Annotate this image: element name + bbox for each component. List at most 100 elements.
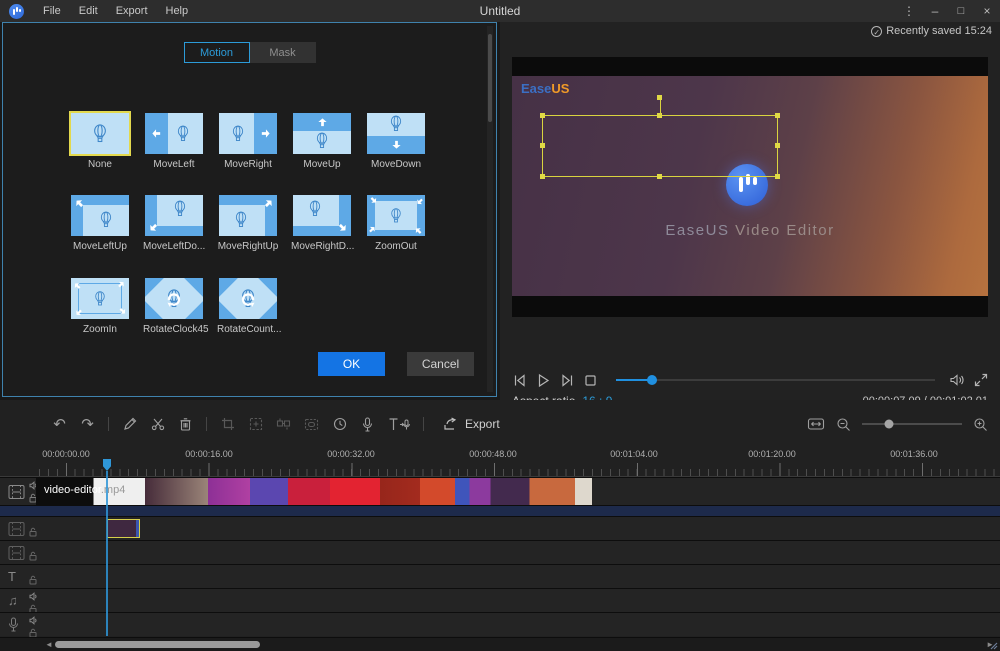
ruler-label: 00:00:32.00	[327, 449, 375, 459]
panel-scrollbar[interactable]	[487, 26, 493, 392]
motion-icon[interactable]	[276, 417, 291, 431]
track-gutter	[0, 613, 36, 636]
ok-button[interactable]: OK	[318, 352, 385, 376]
balloon-icon	[93, 124, 108, 144]
track-lock-icon[interactable]	[29, 551, 37, 561]
resize-handle[interactable]	[540, 113, 545, 118]
resize-handle[interactable]	[775, 174, 780, 179]
timeline-ruler[interactable]: 00:00:00.00 00:00:16.00 00:00:32.00 00:0…	[0, 447, 1000, 477]
track-lock-icon[interactable]	[29, 575, 37, 585]
resize-handle[interactable]	[775, 143, 780, 148]
resize-handle[interactable]	[775, 113, 780, 118]
balloon-icon	[235, 211, 248, 228]
more-menu-icon[interactable]: ⋮	[896, 0, 922, 22]
preset-thumbnail	[145, 278, 203, 319]
scrollbar-thumb[interactable]	[55, 641, 260, 648]
minimize-icon[interactable]: –	[922, 0, 948, 22]
cut-scissors-icon[interactable]	[150, 417, 165, 431]
balloon-icon	[94, 291, 106, 307]
menu-export[interactable]: Export	[107, 5, 157, 17]
voiceover-mic-icon[interactable]	[360, 417, 375, 432]
resize-handle[interactable]	[540, 143, 545, 148]
tab-motion[interactable]: Motion	[184, 42, 250, 63]
toolbar-divider	[423, 417, 424, 431]
motion-preset-movedown[interactable]: MoveDown	[365, 113, 427, 170]
timeline-zoom-controls	[807, 408, 988, 440]
ruler-label: 00:00:00.00	[42, 449, 90, 459]
motion-preset-moveright[interactable]: MoveRight	[217, 113, 279, 170]
delete-trash-icon[interactable]	[178, 417, 193, 431]
arrow-up-icon	[317, 117, 328, 128]
menu-file[interactable]: File	[34, 5, 70, 17]
stop-button[interactable]	[584, 374, 597, 387]
resize-handle[interactable]	[540, 174, 545, 179]
previous-frame-button[interactable]	[512, 373, 527, 388]
undo-icon[interactable]: ↶	[52, 415, 67, 433]
fit-timeline-icon[interactable]	[807, 417, 825, 431]
volume-icon[interactable]	[949, 373, 965, 387]
menu-help[interactable]: Help	[157, 5, 198, 17]
menu-edit[interactable]: Edit	[70, 5, 107, 17]
playhead-line[interactable]	[106, 471, 108, 636]
export-button[interactable]: Export	[443, 417, 500, 431]
motion-preset-moveleftdown[interactable]: MoveLeftDo...	[143, 195, 205, 252]
duration-clock-icon[interactable]	[332, 417, 347, 431]
track-lock-icon[interactable]	[29, 527, 37, 537]
video-clip[interactable]: video-editor.mp4	[36, 478, 592, 505]
zoom-out-icon[interactable]	[836, 417, 851, 432]
preset-thumbnail	[219, 278, 277, 319]
next-frame-button[interactable]	[560, 373, 575, 388]
timeline-zoom-slider[interactable]	[862, 423, 962, 425]
seek-thumb[interactable]	[647, 375, 657, 385]
preset-thumbnail	[145, 195, 203, 236]
track-mute-icon[interactable]	[29, 616, 38, 625]
balloon-icon	[173, 200, 186, 217]
cancel-button[interactable]: Cancel	[407, 352, 474, 376]
preview-video-frame: EaseUS EaseUS Video Editor	[512, 76, 988, 296]
seek-slider[interactable]	[616, 379, 935, 381]
redo-icon[interactable]: ↷	[80, 415, 95, 433]
motion-preset-moverightdown[interactable]: MoveRightD...	[291, 195, 353, 252]
video-clip-name: video-editor.mp4	[44, 484, 125, 496]
motion-preset-moveleft[interactable]: MoveLeft	[143, 113, 205, 170]
motion-panel: Motion Mask None MoveLeft	[2, 22, 497, 397]
motion-preset-zoomin[interactable]: ZoomIn	[69, 278, 131, 335]
tab-mask[interactable]: Mask	[250, 42, 316, 63]
motion-preset-rotatecounter[interactable]: RotateCount...	[217, 278, 279, 335]
selection-rectangle[interactable]	[542, 115, 778, 177]
close-icon[interactable]: ×	[974, 0, 1000, 22]
resize-handle[interactable]	[657, 174, 662, 179]
zoom-frame-icon[interactable]	[248, 417, 263, 431]
text-to-speech-icon[interactable]	[388, 417, 410, 432]
preset-thumbnail	[71, 278, 129, 319]
panel-scrollbar-thumb[interactable]	[488, 34, 492, 122]
preset-label: RotateClock45	[143, 324, 205, 335]
preset-thumbnail	[293, 113, 351, 154]
resize-grip-icon[interactable]	[988, 640, 998, 650]
edit-pencil-icon[interactable]	[122, 417, 137, 431]
preview-screen: EaseUS EaseUS Video Editor	[512, 57, 988, 317]
motion-preset-none[interactable]: None	[69, 113, 131, 170]
preset-label: MoveRightUp	[217, 241, 279, 252]
play-button[interactable]	[536, 373, 551, 388]
motion-preset-rotateclock45[interactable]: RotateClock45	[143, 278, 205, 335]
track-mute-icon[interactable]	[29, 592, 38, 601]
motion-preset-moveup[interactable]: MoveUp	[291, 113, 353, 170]
zoom-in-icon[interactable]	[973, 417, 988, 432]
film-track-icon	[8, 484, 25, 500]
arrow-up-left-icon	[72, 196, 88, 212]
maximize-icon[interactable]: □	[948, 0, 974, 22]
timeline-zoom-thumb[interactable]	[885, 420, 894, 429]
fullscreen-icon[interactable]	[974, 373, 988, 387]
timeline-horizontal-scrollbar[interactable]: ◄ ►	[0, 637, 1000, 651]
crop-icon[interactable]	[220, 417, 235, 431]
motion-preset-moveleftup[interactable]: MoveLeftUp	[69, 195, 131, 252]
track-text: T	[0, 564, 1000, 588]
ruler-label: 00:00:16.00	[185, 449, 233, 459]
scroll-left-icon[interactable]: ◄	[45, 638, 53, 651]
mask-pip-icon[interactable]	[304, 418, 319, 431]
motion-preset-zoomout[interactable]: ZoomOut	[365, 195, 427, 252]
rotation-handle[interactable]	[657, 95, 662, 100]
motion-preset-moverightup[interactable]: MoveRightUp	[217, 195, 279, 252]
selected-overlay-clip[interactable]	[107, 519, 140, 538]
